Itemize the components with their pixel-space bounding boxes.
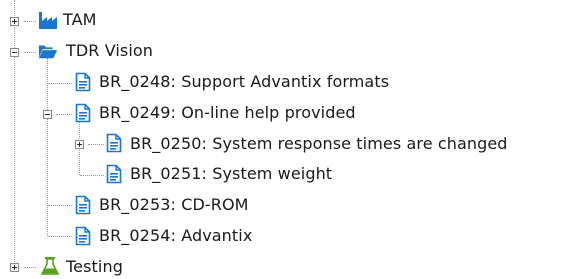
document-icon	[106, 164, 122, 184]
tree-node-label[interactable]: BR_0253: CD-ROM	[99, 194, 249, 216]
flask-icon	[40, 257, 60, 275]
tree-connector-h	[80, 175, 104, 176]
tree-node-label[interactable]: BR_0249: On-line help provided	[99, 102, 356, 124]
tree-connector-h	[56, 114, 72, 115]
tree-connector-h	[24, 21, 36, 22]
open-folder-icon	[38, 45, 58, 59]
tree-node-label[interactable]: BR_0251: System weight	[130, 163, 332, 185]
document-icon	[75, 195, 91, 215]
expand-button[interactable]	[75, 140, 84, 149]
document-icon	[106, 133, 122, 153]
tree-connector-tdr-vision	[47, 58, 48, 236]
expand-button[interactable]	[10, 263, 19, 272]
tree-connector-h	[48, 236, 72, 237]
tree-node-label[interactable]: TDR Vision	[66, 40, 153, 62]
document-icon	[75, 103, 91, 123]
tree-connector-h	[88, 144, 104, 145]
tree-node-label[interactable]: BR_0250: System response times are chang…	[130, 133, 508, 155]
expand-button[interactable]	[10, 17, 19, 26]
factory-icon	[39, 12, 57, 29]
document-icon	[75, 226, 91, 246]
tree-connector-h	[48, 205, 72, 206]
tree-connector-root	[14, 0, 15, 266]
tree-connector-h	[24, 267, 36, 268]
tree-node-label[interactable]: BR_0248: Support Advantix formats	[99, 71, 389, 93]
tree-node-label[interactable]: BR_0254: Advantix	[99, 225, 252, 247]
tree-node-label[interactable]: Testing	[66, 256, 123, 278]
tree-node-label[interactable]: TAM	[63, 9, 97, 31]
collapse-button[interactable]	[43, 110, 52, 119]
collapse-button[interactable]	[10, 48, 19, 57]
tree-connector-h	[48, 83, 72, 84]
requirements-tree: TAM TDR Vision BR_0248: Support Advantix…	[0, 0, 561, 279]
tree-connector-h	[24, 52, 36, 53]
document-icon	[75, 72, 91, 92]
